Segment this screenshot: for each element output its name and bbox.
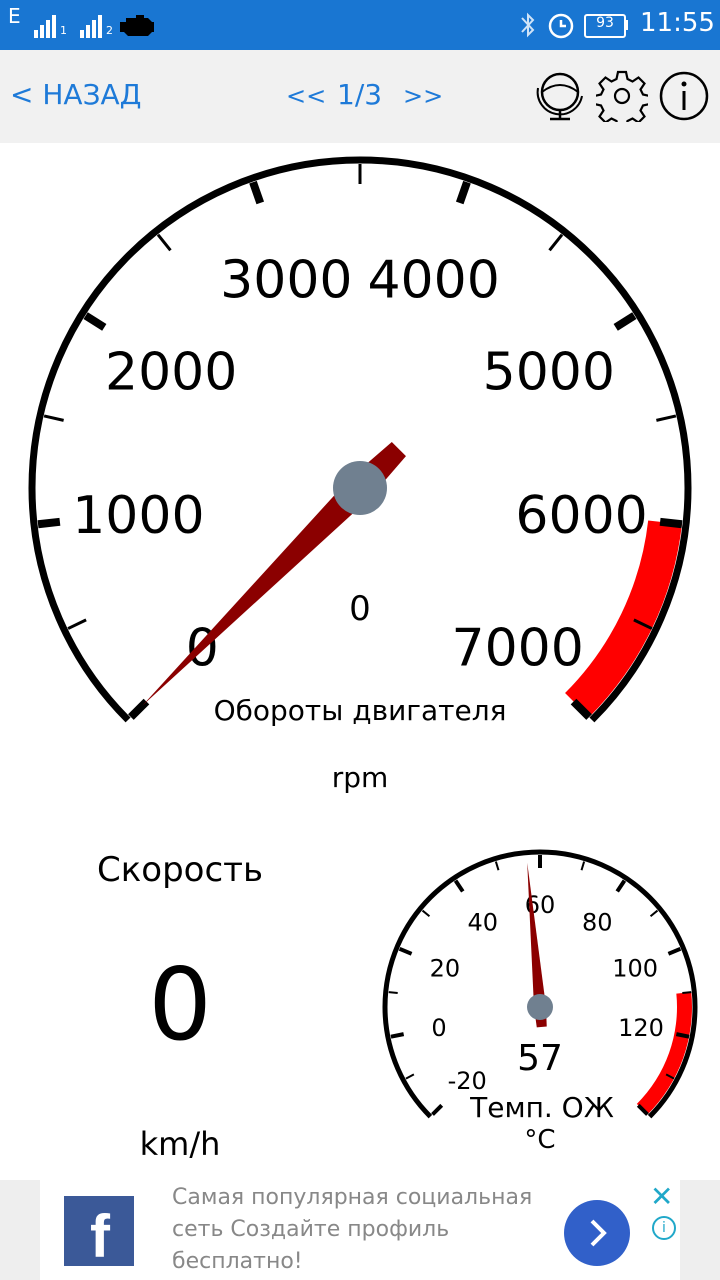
rpm-minor-tick xyxy=(43,414,64,422)
temp-tick-label: 20 xyxy=(430,955,461,983)
chevron-right-icon xyxy=(590,1219,607,1247)
gear-icon[interactable] xyxy=(596,70,648,122)
temp-tick-label: 60 xyxy=(525,891,556,919)
rpm-major-tick xyxy=(249,180,265,205)
speed-value: 0 xyxy=(148,946,212,1063)
temp-minor-tick xyxy=(580,861,586,871)
temp-tick-label: 40 xyxy=(468,908,499,936)
back-button[interactable]: < НАЗАД xyxy=(10,78,142,111)
rpm-unit-label: rpm xyxy=(332,761,389,794)
bluetooth-icon xyxy=(521,12,535,38)
temp-minor-tick xyxy=(494,861,500,871)
rpm-needle-hub xyxy=(333,461,387,515)
alarm-icon xyxy=(548,13,574,39)
rpm-minor-tick xyxy=(67,618,87,630)
rpm-major-tick xyxy=(37,517,61,529)
ad-open-button[interactable] xyxy=(564,1200,630,1266)
rpm-tick-label: 3000 xyxy=(220,251,352,311)
speed-unit: km/h xyxy=(139,1125,221,1163)
sim2-label: 2 xyxy=(106,24,113,37)
info-icon[interactable] xyxy=(658,70,710,122)
battery-level: 93 xyxy=(596,15,614,31)
status-bar: E 1 2 93 11:55 xyxy=(0,0,720,50)
temp-major-tick xyxy=(667,946,682,956)
temp-minor-tick xyxy=(649,909,659,918)
rpm-tick-label: 2000 xyxy=(105,342,237,402)
rpm-tick-label: 7000 xyxy=(452,619,584,679)
rpm-tick-label: 6000 xyxy=(515,486,647,546)
temp-major-tick xyxy=(453,879,465,893)
temp-tick-label: 120 xyxy=(618,1014,664,1042)
rpm-tick-label: 1000 xyxy=(72,486,204,546)
temp-value-readout: 57 xyxy=(517,1038,563,1079)
rpm-major-tick xyxy=(83,312,107,331)
temp-major-tick xyxy=(636,1103,649,1116)
ad-info-icon[interactable]: i xyxy=(652,1216,676,1240)
rpm-minor-tick xyxy=(656,414,677,422)
rpm-minor-tick xyxy=(548,233,564,252)
rpm-dial-arc xyxy=(28,156,692,723)
ad-content[interactable]: f Самая популярная социальная сеть Созда… xyxy=(40,1180,680,1280)
network-type: E xyxy=(8,4,21,28)
rpm-tick-label: 4000 xyxy=(367,251,499,311)
rpm-minor-tick xyxy=(156,233,172,252)
ad-text: Самая популярная социальная сеть Создайт… xyxy=(172,1185,533,1274)
rpm-gauge: 01000200030004000500060007000 0 Обороты … xyxy=(28,156,692,794)
temp-major-tick xyxy=(675,1032,690,1039)
rpm-major-tick xyxy=(659,517,683,529)
temp-gauge-title: Темп. ОЖ xyxy=(469,1091,614,1124)
rpm-tick-label: 5000 xyxy=(483,342,615,402)
temp-dial-arc xyxy=(382,849,698,1119)
temp-needle-hub xyxy=(527,994,553,1020)
globe-icon[interactable] xyxy=(534,70,586,122)
facebook-logo-letter: f xyxy=(90,1203,110,1270)
page-indicator: 1/3 xyxy=(337,78,383,111)
temp-major-tick xyxy=(398,946,413,956)
rpm-major-tick xyxy=(455,180,471,205)
temp-needle xyxy=(527,862,547,1028)
prev-page-button[interactable]: << xyxy=(286,82,326,110)
temp-major-tick xyxy=(615,879,627,893)
clock: 11:55 xyxy=(640,8,715,38)
temp-major-tick xyxy=(390,1032,405,1039)
sim1-label: 1 xyxy=(60,24,67,37)
rpm-gauge-title: Обороты двигателя xyxy=(214,694,507,727)
temp-tick-label: 100 xyxy=(612,955,658,983)
ad-banner[interactable]: f Самая популярная социальная сеть Созда… xyxy=(0,1180,720,1280)
temp-unit-label: °C xyxy=(524,1125,555,1155)
speed-label: Скорость xyxy=(97,850,263,890)
temp-redline-zone xyxy=(636,992,692,1115)
rpm-major-tick xyxy=(613,312,637,331)
temp-minor-tick xyxy=(682,991,692,994)
temp-tick-label: -20 xyxy=(448,1067,487,1095)
facebook-logo-icon: f xyxy=(64,1196,134,1270)
rpm-value-readout: 0 xyxy=(349,589,371,629)
next-page-button[interactable]: >> xyxy=(403,82,443,110)
temp-tick-label: 0 xyxy=(431,1014,446,1042)
temp-tick-label: 80 xyxy=(582,908,613,936)
ad-close-icon[interactable]: ✕ xyxy=(650,1180,673,1213)
temp-minor-tick xyxy=(665,1073,675,1080)
battery-icon: 93 xyxy=(584,14,626,38)
engine-icon xyxy=(120,15,154,36)
top-toolbar: < НАЗАД << 1/3 >> xyxy=(0,50,720,143)
temp-minor-tick xyxy=(388,991,398,994)
temp-minor-tick xyxy=(405,1073,415,1080)
temp-major-tick xyxy=(431,1103,444,1116)
temp-minor-tick xyxy=(421,909,431,918)
